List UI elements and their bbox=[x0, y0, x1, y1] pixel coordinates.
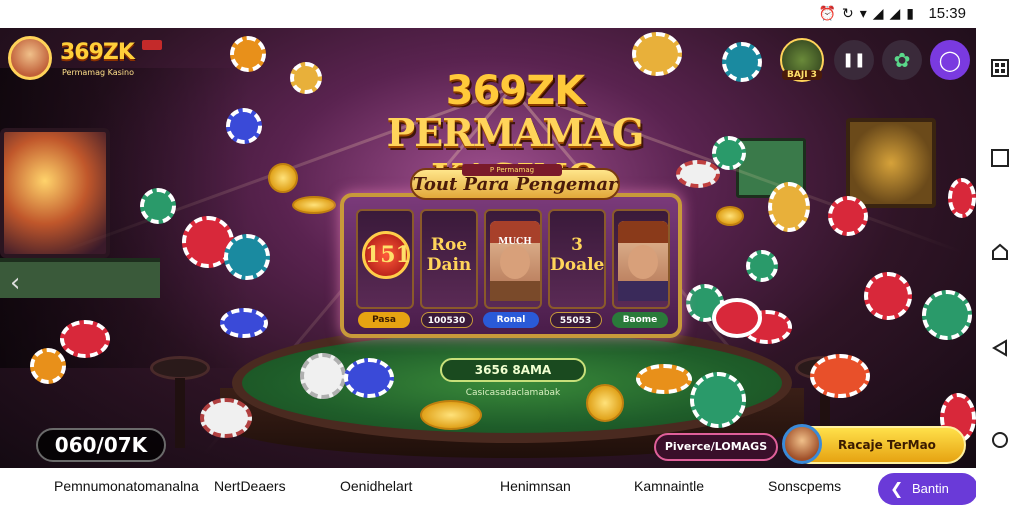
gold-coin bbox=[420, 400, 482, 430]
app-screen: ⏰ ↻ ▾ ◢ ◢ ▮ 15:39 369ZK PERMAMAG 151 Roe… bbox=[0, 0, 1024, 512]
settings-icon[interactable]: ✿ bbox=[882, 40, 922, 80]
casino-chip bbox=[712, 136, 746, 170]
battery-icon: ▮ bbox=[906, 6, 914, 22]
reel-badge: 151 bbox=[362, 231, 411, 279]
slot-controls: Pasa 100530 Ronal 55053 Baome bbox=[358, 312, 668, 328]
slot-reel: 3 Doale bbox=[548, 209, 606, 309]
casino-chip bbox=[768, 182, 810, 232]
slot-button[interactable]: 100530 bbox=[420, 312, 473, 328]
reward-label: BAJI 3 bbox=[782, 70, 822, 80]
reel-text: MUCH bbox=[498, 237, 532, 247]
arcade-base bbox=[0, 258, 160, 298]
casino-chip bbox=[30, 348, 66, 384]
nav-item[interactable]: NertDeaers bbox=[214, 478, 286, 494]
hero-ribbon: P Permamag bbox=[462, 164, 562, 176]
casino-chip bbox=[220, 308, 268, 338]
game-area: 369ZK PERMAMAG KASINO 151 Roe Dain MUCH … bbox=[0, 28, 976, 468]
casino-chip bbox=[200, 398, 252, 438]
casino-chip bbox=[230, 36, 266, 72]
bar-stool bbox=[150, 356, 210, 380]
nav-item[interactable]: Oenidhelart bbox=[340, 478, 412, 494]
casino-chip bbox=[948, 178, 976, 218]
signal-icon: ◢ bbox=[872, 6, 884, 22]
back-arrow-icon[interactable]: ‹ bbox=[10, 268, 20, 298]
nav-item[interactable]: Pemnumonatomanalna bbox=[54, 478, 199, 494]
casino-chip bbox=[828, 196, 868, 236]
back-icon[interactable] bbox=[988, 336, 1012, 360]
status-icons: ⏰ ↻ ▾ ◢ ◢ ▮ bbox=[819, 6, 914, 22]
portrait-image bbox=[618, 221, 668, 301]
chevron-left-icon: ❮ bbox=[890, 479, 904, 498]
casino-chip bbox=[300, 353, 346, 399]
casino-chip bbox=[140, 188, 176, 224]
casino-chip bbox=[810, 354, 870, 398]
slot-button[interactable]: Baome bbox=[612, 312, 668, 328]
balance-display: 060/07K bbox=[36, 428, 166, 462]
casino-chip bbox=[226, 108, 262, 144]
casino-chip bbox=[746, 250, 778, 282]
nav-item[interactable]: Henimnsan bbox=[500, 478, 571, 494]
screenshot-icon[interactable] bbox=[988, 56, 1012, 80]
home-icon[interactable] bbox=[988, 240, 1012, 264]
gold-coin bbox=[716, 206, 744, 226]
wifi-icon: ▾ bbox=[859, 6, 867, 22]
nav-item[interactable]: Kamnaintle bbox=[634, 478, 704, 494]
play-avatar bbox=[782, 424, 822, 464]
table-sublabel: Casicasadaclamabak bbox=[465, 388, 561, 398]
slot-button[interactable]: Pasa bbox=[358, 312, 410, 328]
primary-nav-button[interactable]: ❮ Bantin bbox=[878, 473, 978, 505]
brand-tag bbox=[142, 40, 162, 50]
casino-chip bbox=[632, 32, 682, 76]
casino-chip bbox=[922, 290, 972, 340]
slot-button[interactable]: 55053 bbox=[549, 312, 602, 328]
slot-reel: Roe Dain bbox=[420, 209, 478, 309]
recents-icon[interactable] bbox=[988, 146, 1012, 170]
casino-chip bbox=[224, 234, 270, 280]
chip-stack bbox=[712, 298, 762, 338]
user-avatar[interactable] bbox=[8, 36, 52, 80]
profile-icon[interactable]: ◯ bbox=[930, 40, 970, 80]
casino-chip bbox=[290, 62, 322, 94]
wall-screen bbox=[846, 118, 936, 208]
alarm-icon: ⏰ bbox=[818, 6, 836, 22]
table-bet-label[interactable]: 3656 8AMA bbox=[440, 358, 586, 382]
status-bar: ⏰ ↻ ▾ ◢ ◢ ▮ 15:39 bbox=[0, 0, 1024, 28]
portrait-image bbox=[490, 221, 540, 301]
bottom-nav: Pemnumonatomanalna NertDeaers Oenidhelar… bbox=[0, 468, 978, 512]
primary-nav-label: Bantin bbox=[912, 481, 949, 496]
casino-chip bbox=[690, 372, 746, 428]
clock: 15:39 bbox=[928, 5, 966, 22]
slot-button[interactable]: Ronal bbox=[483, 312, 539, 328]
casino-chip bbox=[864, 272, 912, 320]
brand-subtitle: Permamag Kasino bbox=[62, 68, 134, 77]
casino-chip bbox=[722, 42, 762, 82]
system-nav-bar bbox=[976, 28, 1024, 512]
slot-machine[interactable]: 151 Roe Dain MUCH 3 Doale Pasa 100530 Ro… bbox=[340, 193, 682, 338]
signal-icon: ◢ bbox=[889, 6, 901, 22]
promo-button[interactable]: Piverce/LOMAGS bbox=[654, 433, 778, 461]
slot-reel: 151 bbox=[356, 209, 414, 309]
hero-logo: 369ZK bbox=[445, 68, 586, 114]
slot-reel: MUCH bbox=[484, 209, 542, 309]
reel-text: Roe Dain bbox=[426, 235, 472, 275]
assistant-icon[interactable] bbox=[988, 428, 1012, 452]
bars-icon[interactable]: ❚❚ bbox=[834, 40, 874, 80]
casino-chip bbox=[636, 364, 692, 394]
reel-text: 3 Doale bbox=[550, 235, 605, 275]
slot-reel bbox=[612, 209, 670, 309]
brand-logo: 369ZK bbox=[60, 40, 135, 65]
gold-coin bbox=[268, 163, 298, 193]
gold-coin bbox=[586, 384, 624, 422]
casino-chip bbox=[344, 358, 394, 398]
casino-chip bbox=[60, 320, 110, 358]
nav-item[interactable]: Sonscpems bbox=[768, 478, 841, 494]
sync-icon: ↻ bbox=[841, 6, 854, 22]
stool-leg bbox=[175, 378, 185, 448]
